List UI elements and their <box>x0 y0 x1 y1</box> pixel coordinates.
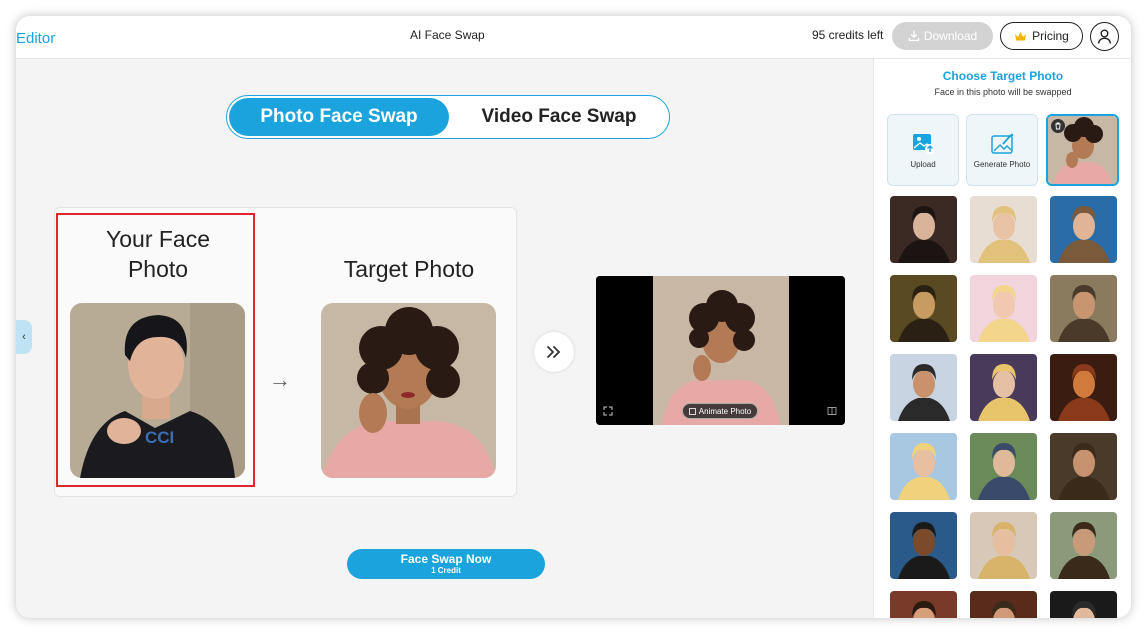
top-bar: Editor AI Face Swap 95 credits left Down… <box>16 16 1131 59</box>
tab-video-face-swap[interactable]: Video Face Swap <box>451 98 667 136</box>
arrow-right-icon: → <box>269 367 291 392</box>
target-photo-thumbnail[interactable] <box>1050 591 1117 618</box>
target-photo-thumbnail[interactable] <box>890 275 957 342</box>
animate-photo-label: Animate Photo <box>698 406 752 416</box>
target-photo[interactable] <box>321 303 496 478</box>
face-swap-now-label: Face Swap Now <box>400 551 492 566</box>
editor-brand[interactable]: Editor <box>16 30 55 47</box>
target-photo-thumbnail[interactable] <box>970 433 1037 500</box>
target-photo-thumbnail[interactable] <box>1050 354 1117 421</box>
target-photo-thumbnail[interactable] <box>970 196 1037 263</box>
target-photo-thumbnail[interactable] <box>890 196 957 263</box>
target-photo-thumbnail[interactable] <box>890 354 957 421</box>
upload-image-icon <box>912 133 936 155</box>
profile-button[interactable] <box>1090 22 1119 51</box>
pricing-button[interactable]: Pricing <box>1000 22 1083 50</box>
target-photo-thumbnail[interactable] <box>970 591 1037 618</box>
generate-photo-button[interactable]: Generate Photo <box>966 114 1038 186</box>
face-photo-highlight <box>56 213 255 487</box>
result-preview: Animate Photo <box>596 276 845 425</box>
target-photo-thumbnail[interactable] <box>890 591 957 618</box>
download-label: Download <box>923 29 978 43</box>
credit-cost-label: 1 Credit <box>431 565 461 575</box>
compare-icon[interactable] <box>827 406 837 416</box>
app-title: AI Face Swap <box>410 28 485 42</box>
target-photo-thumbnail[interactable] <box>1050 433 1117 500</box>
upload-button[interactable]: Upload <box>887 114 959 186</box>
panel-subtitle: Face in this photo will be swapped <box>934 87 1072 97</box>
credits-counter: 95 credits left <box>812 28 884 42</box>
mode-toggle: Photo Face Swap Video Face Swap <box>226 95 670 139</box>
target-photo-thumbnail[interactable] <box>1050 512 1117 579</box>
pricing-label: Pricing <box>1032 29 1069 43</box>
target-photo-thumbnail[interactable] <box>1050 275 1117 342</box>
face-swap-now-button[interactable]: Face Swap Now 1 Credit <box>347 549 545 579</box>
tab-photo-face-swap[interactable]: Photo Face Swap <box>229 98 449 136</box>
animate-photo-button[interactable]: Animate Photo <box>682 403 758 419</box>
target-photo-thumbnail[interactable] <box>890 512 957 579</box>
selected-target-thumbnail[interactable] <box>1046 114 1119 186</box>
fullscreen-icon[interactable] <box>603 406 613 416</box>
next-step-button[interactable] <box>534 332 574 372</box>
sidebar-toggle[interactable]: ‹ <box>16 320 32 354</box>
crown-icon <box>1014 31 1027 42</box>
target-photo-thumbnail[interactable] <box>890 433 957 500</box>
user-icon <box>1096 28 1113 45</box>
target-photo-thumbnail[interactable] <box>970 512 1037 579</box>
target-photo-thumbnail[interactable] <box>1050 196 1117 263</box>
target-photo-thumbnail[interactable] <box>970 275 1037 342</box>
panel-title: Choose Target Photo <box>942 69 1064 83</box>
generate-image-icon <box>991 133 1015 155</box>
animate-icon <box>688 407 696 415</box>
target-photo-thumbnail[interactable] <box>970 354 1037 421</box>
target-photo-title: Target Photo <box>343 256 475 282</box>
download-icon <box>908 30 920 42</box>
download-button[interactable]: Download <box>892 22 993 50</box>
chevron-left-icon: ‹ <box>22 331 26 343</box>
delete-icon[interactable] <box>1051 119 1065 133</box>
generate-photo-label: Generate Photo <box>973 160 1031 169</box>
upload-label: Upload <box>910 160 936 169</box>
double-chevron-right-icon <box>545 345 563 359</box>
app-window: Editor AI Face Swap 95 credits left Down… <box>16 16 1131 618</box>
